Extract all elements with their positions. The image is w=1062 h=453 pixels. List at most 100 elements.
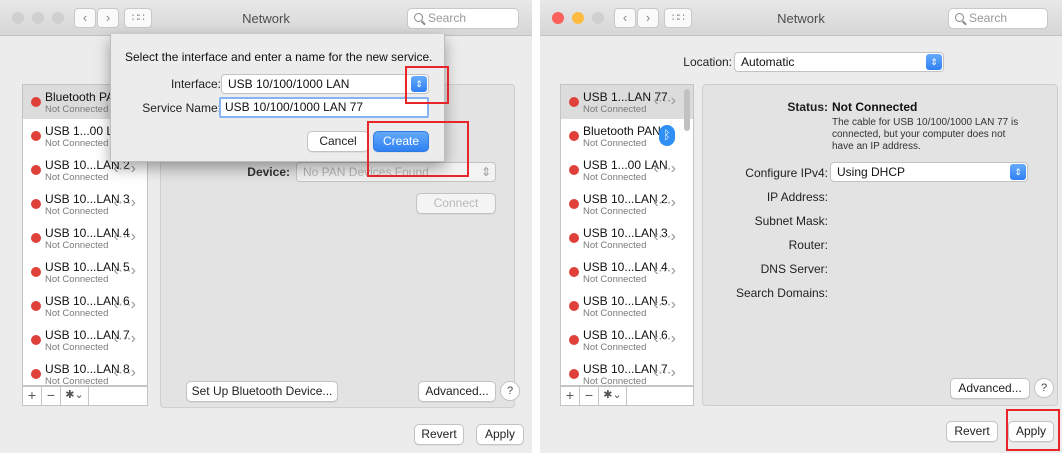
search-icon <box>414 13 423 22</box>
service-status: Not Connected <box>583 376 647 386</box>
service-item[interactable]: USB 10...LAN 7 Not Connected ‹···› <box>561 357 693 386</box>
search-domains-label: Search Domains: <box>735 286 828 300</box>
revert-button[interactable]: Revert <box>946 421 998 442</box>
service-status: Not Connected <box>583 308 647 319</box>
status-dot-icon <box>31 131 41 141</box>
interface-select[interactable]: USB 10/100/1000 LAN ⇕ <box>221 74 429 94</box>
location-select[interactable]: Automatic ⇕ <box>734 52 944 72</box>
interface-label: Interface: <box>170 77 221 91</box>
service-name: USB 1...00 LAN <box>583 158 668 172</box>
service-status: Not Connected <box>583 274 647 285</box>
service-list[interactable]: USB 1...LAN 77 Not Connected ‹···› Bluetoo… <box>560 84 694 386</box>
ip-address-label: IP Address: <box>766 190 828 204</box>
location-value: Automatic <box>741 55 795 69</box>
status-dot-icon <box>569 199 579 209</box>
status-dot-icon <box>31 199 41 209</box>
service-name: USB 10...LAN 6 <box>583 328 668 342</box>
status-value: Not Connected <box>832 100 918 114</box>
gear-icon[interactable]: ✱⌄ <box>61 387 89 405</box>
service-item[interactable]: USB 10...LAN 4 Not Connected ‹···› <box>561 255 693 289</box>
help-button[interactable]: ? <box>500 381 520 401</box>
ethernet-icon: ‹···› <box>113 228 136 245</box>
service-item[interactable]: USB 10...LAN 8 Not Connected ‹···› <box>23 357 147 385</box>
status-detail: The cable for USB 10/100/1000 LAN 77 is … <box>832 117 1019 152</box>
service-item[interactable]: USB 10...LAN 4 Not Connected ‹···› <box>23 221 147 255</box>
add-service-button[interactable]: + <box>23 387 42 405</box>
device-label: Device: <box>247 165 290 179</box>
chevron-updown-icon: ⇕ <box>926 54 942 70</box>
status-dot-icon <box>569 131 579 141</box>
status-dot-icon <box>569 335 579 345</box>
service-status: Not Connected <box>583 206 647 217</box>
add-service-button[interactable]: + <box>561 387 580 405</box>
search-input[interactable]: Search <box>407 8 519 29</box>
interface-value: USB 10/100/1000 LAN <box>228 77 350 91</box>
search-icon <box>955 13 964 22</box>
ethernet-icon: ‹···› <box>113 194 136 211</box>
service-status: Not Connected <box>583 172 647 183</box>
cancel-button[interactable]: Cancel <box>307 131 369 152</box>
service-name: USB 10...LAN 7 <box>583 362 668 376</box>
service-name: USB 10...LAN 2 <box>583 192 668 206</box>
interface-highlight-box <box>405 66 449 104</box>
create-highlight-box <box>367 121 469 177</box>
status-dot-icon <box>569 267 579 277</box>
ethernet-icon: ‹···› <box>653 228 676 245</box>
service-item[interactable]: USB 1...LAN 77 Not Connected ‹···› <box>561 85 693 119</box>
subnet-mask-label: Subnet Mask: <box>754 214 828 228</box>
connect-button[interactable]: Connect <box>416 193 496 214</box>
service-item[interactable]: USB 10...LAN 2 Not Connected ‹···› <box>561 187 693 221</box>
service-name-field[interactable]: USB 10/100/1000 LAN 77 <box>219 97 429 118</box>
gear-icon[interactable]: ✱⌄ <box>599 387 627 405</box>
configure-ipv4-value: Using DHCP <box>837 165 906 179</box>
service-name: USB 10...LAN 4 <box>583 260 668 274</box>
status-dot-icon <box>569 301 579 311</box>
advanced-button[interactable]: Advanced... <box>950 378 1030 399</box>
service-item[interactable]: USB 10...LAN 5 Not Connected ‹···› <box>561 289 693 323</box>
dns-server-label: DNS Server: <box>760 262 828 276</box>
service-item[interactable]: USB 10...LAN 3 Not Connected ‹···› <box>23 187 147 221</box>
search-input[interactable]: Search <box>948 8 1048 29</box>
service-item[interactable]: USB 10...LAN 6 Not Connected ‹···› <box>561 323 693 357</box>
service-name: Bluetooth PAN <box>583 124 661 138</box>
scrollbar-thumb[interactable] <box>684 89 690 131</box>
location-label: Location: <box>683 55 732 69</box>
status-dot-icon <box>569 233 579 243</box>
chevron-updown-icon: ⇕ <box>480 165 491 179</box>
status-dot-icon <box>31 369 41 379</box>
remove-service-button[interactable]: − <box>580 387 599 405</box>
ethernet-icon: ‹···› <box>653 92 676 109</box>
status-dot-icon <box>31 267 41 277</box>
service-name-label: Service Name: <box>142 101 221 115</box>
router-label: Router: <box>788 238 828 252</box>
search-placeholder: Search <box>969 11 1008 25</box>
left-network-window: ‹ › ∷∷ Network Search Bluetooth PAN Not C… <box>0 0 532 453</box>
service-item[interactable]: USB 10...LAN 3 Not Connected ‹···› <box>561 221 693 255</box>
service-status: Not Connected <box>583 342 647 353</box>
status-dot-icon <box>31 165 41 175</box>
configure-ipv4-select[interactable]: Using DHCP ⇕ <box>830 162 1028 182</box>
service-item[interactable]: USB 10...LAN 5 Not Connected ‹···› <box>23 255 147 289</box>
status-dot-icon <box>569 97 579 107</box>
service-item[interactable]: USB 1...00 LAN Not Connected ‹···› <box>561 153 693 187</box>
setup-bluetooth-button[interactable]: Set Up Bluetooth Device... <box>186 381 338 402</box>
service-item[interactable]: USB 10...LAN 7 Not Connected ‹···› <box>23 323 147 357</box>
status-dot-icon <box>31 233 41 243</box>
advanced-button[interactable]: Advanced... <box>418 381 496 402</box>
sheet-prompt: Select the interface and enter a name fo… <box>125 50 433 64</box>
service-name: USB 10...LAN 5 <box>583 294 668 308</box>
service-item[interactable]: Bluetooth PAN Not Connected ᛒ <box>561 119 693 153</box>
status-dot-icon <box>569 165 579 175</box>
service-item[interactable]: USB 10...LAN 6 Not Connected ‹···› <box>23 289 147 323</box>
apply-button[interactable]: Apply <box>476 424 524 445</box>
ethernet-icon: ‹···› <box>113 296 136 313</box>
service-status: Not Connected <box>583 104 647 115</box>
bluetooth-icon: ᛒ <box>659 125 675 146</box>
help-button[interactable]: ? <box>1034 378 1054 398</box>
ethernet-icon: ‹···› <box>653 262 676 279</box>
revert-button[interactable]: Revert <box>414 424 464 445</box>
status-dot-icon <box>569 369 579 379</box>
remove-service-button[interactable]: − <box>42 387 61 405</box>
service-list-footer: + − ✱⌄ <box>560 386 694 406</box>
title-bar: ‹ › ∷∷ Network Search <box>0 0 532 36</box>
